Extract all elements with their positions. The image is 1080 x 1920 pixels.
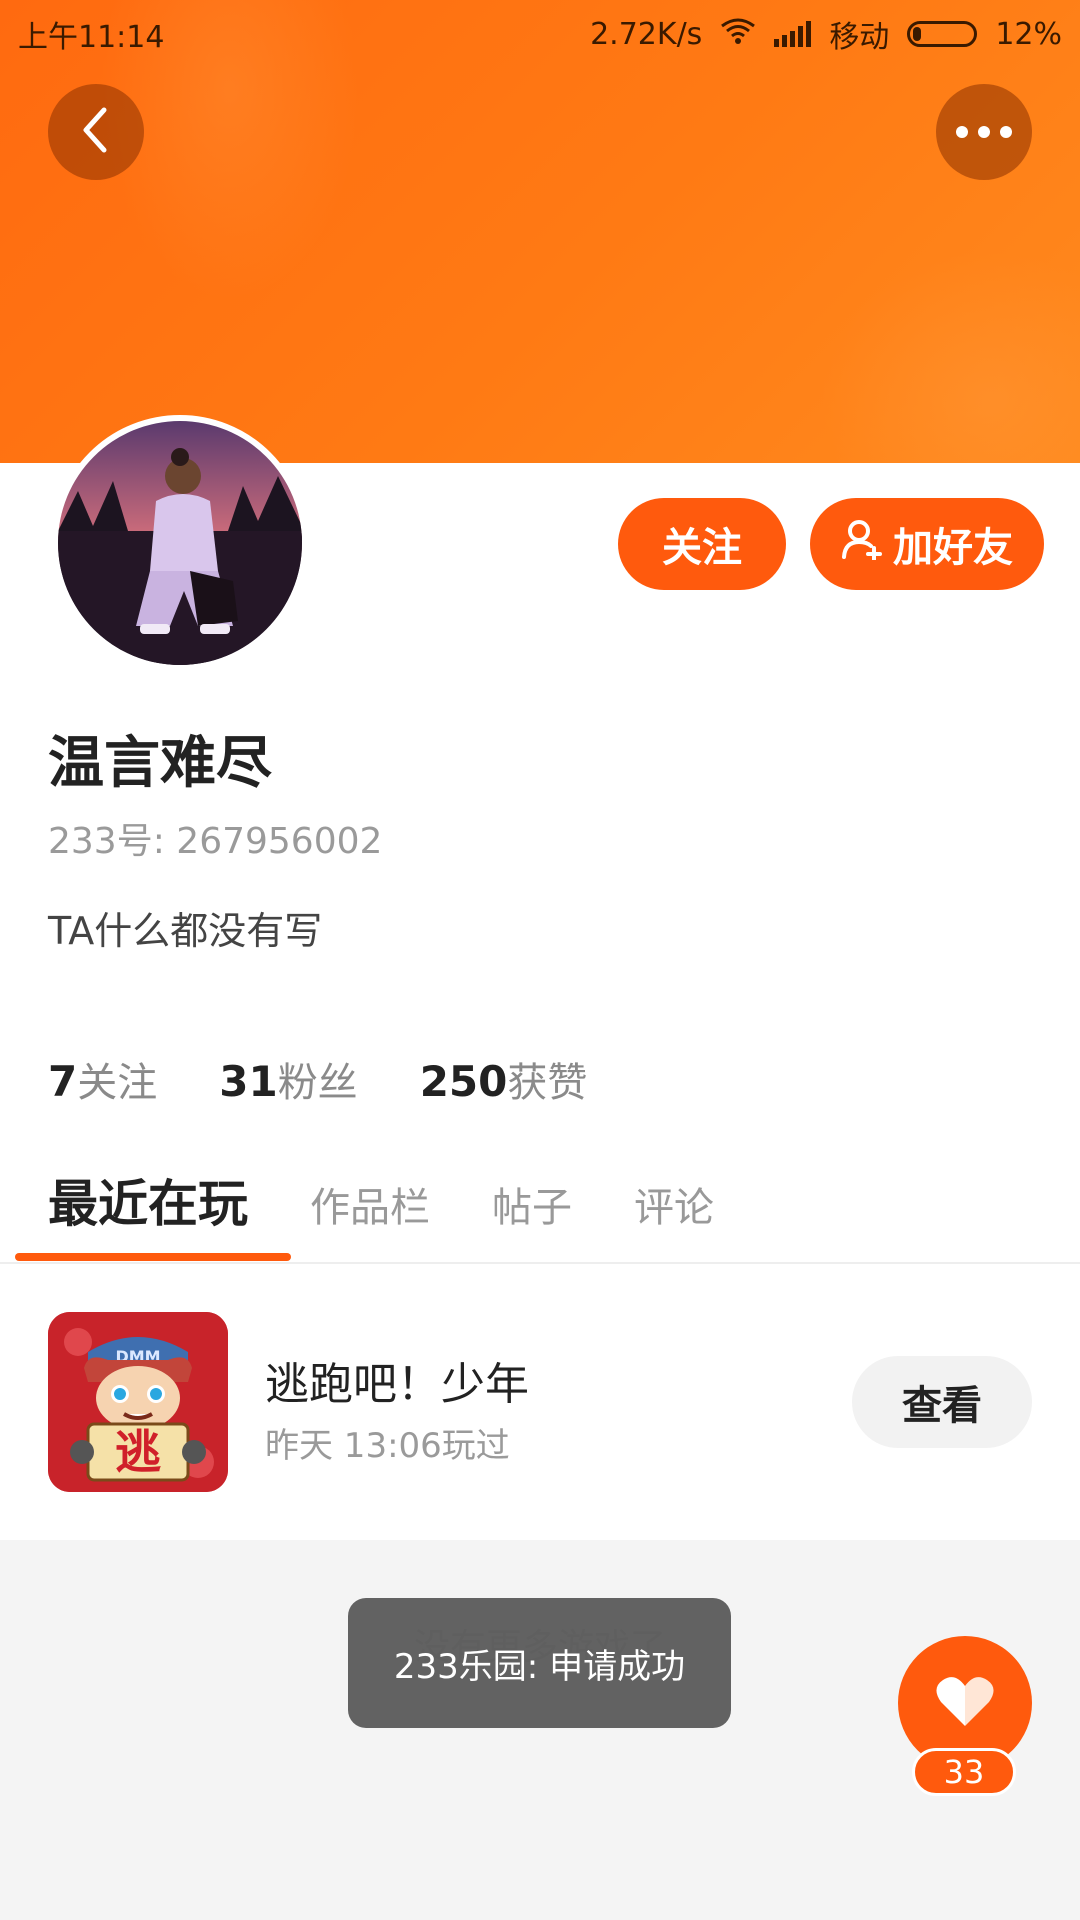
active-tab-indicator	[15, 1253, 291, 1261]
tab-posts[interactable]: 帖子	[492, 1175, 572, 1233]
profile-name: 温言难尽	[48, 731, 272, 796]
follow-label: 关注	[662, 525, 742, 571]
tab-recently-played[interactable]: 最近在玩	[48, 1164, 248, 1236]
game-title[interactable]: 逃跑吧！少年	[265, 1348, 529, 1412]
add-user-icon	[841, 518, 883, 570]
divider	[0, 1262, 1080, 1264]
banner-decoration	[820, 250, 1080, 463]
profile-banner	[0, 0, 1080, 463]
profile-bio: TA什么都没有写	[48, 909, 323, 953]
game-icon-text: 逃	[115, 1425, 161, 1479]
stat-value: 7	[48, 1057, 78, 1106]
view-game-button[interactable]: 查看	[852, 1356, 1032, 1448]
avatar[interactable]	[52, 415, 308, 671]
profile-stats: 7关注 31粉丝 250获赞	[48, 1050, 587, 1108]
tab-comments[interactable]: 评论	[634, 1175, 714, 1233]
battery-icon	[907, 21, 978, 47]
avatar-image	[58, 421, 302, 665]
view-label: 查看	[902, 1383, 982, 1429]
signal-icon	[774, 21, 812, 47]
wifi-icon	[720, 16, 756, 52]
toast-message: 233乐园: 申请成功	[348, 1598, 731, 1728]
more-dots-icon	[956, 126, 1012, 138]
battery-level: 12%	[995, 16, 1062, 52]
game-icon[interactable]: DMM 逃	[48, 1312, 228, 1492]
status-bar: 上午11:14 2.72K/s 移动 12%	[0, 0, 1080, 62]
stat-following[interactable]: 7关注	[48, 1050, 157, 1108]
status-time: 上午11:14	[18, 20, 165, 55]
stat-value: 31	[219, 1057, 278, 1106]
stat-likes[interactable]: 250获赞	[420, 1050, 588, 1108]
tab-works[interactable]: 作品栏	[310, 1175, 430, 1233]
add-friend-button[interactable]: 加好友	[810, 498, 1044, 590]
stat-label: 获赞	[507, 1060, 588, 1106]
like-count: 33	[943, 1753, 985, 1791]
heart-icon	[935, 1674, 995, 1732]
stat-fans[interactable]: 31粉丝	[219, 1050, 357, 1108]
toast-text: 233乐园: 申请成功	[393, 1646, 686, 1687]
game-played-time: 昨天 13:06玩过	[265, 1426, 510, 1466]
like-count-badge: 33	[912, 1748, 1016, 1796]
profile-tabs: 最近在玩 作品栏 帖子 评论	[48, 1164, 776, 1236]
add-friend-label: 加好友	[893, 525, 1013, 571]
profile-id: 233号: 267956002	[48, 821, 383, 862]
stat-value: 250	[419, 1057, 508, 1106]
stat-label: 粉丝	[277, 1060, 358, 1106]
back-button[interactable]	[48, 84, 144, 180]
more-button[interactable]	[936, 84, 1032, 180]
stat-label: 关注	[77, 1060, 158, 1106]
chevron-left-icon	[76, 106, 116, 158]
net-speed: 2.72K/s	[590, 16, 703, 52]
follow-button[interactable]: 关注	[618, 498, 786, 590]
carrier-name: 移动	[829, 20, 890, 55]
